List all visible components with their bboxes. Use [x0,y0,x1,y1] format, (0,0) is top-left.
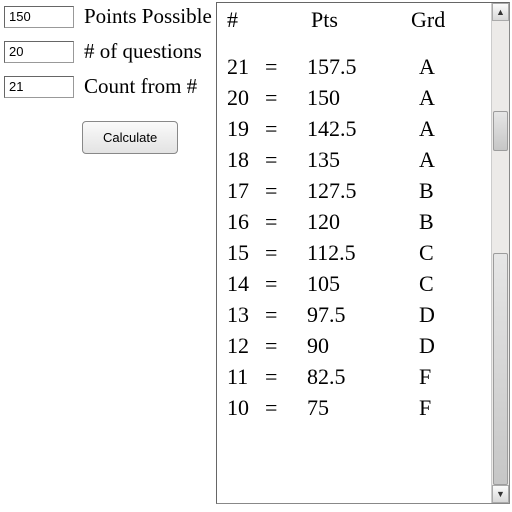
cell-grade: F [419,392,443,423]
cell-grade: A [419,82,443,113]
table-row: 12=90D [227,330,485,361]
cell-pts: 135 [307,144,419,175]
cell-pts: 127.5 [307,175,419,206]
count-from-label: Count from # [84,74,197,99]
header-pts: Pts [311,7,411,33]
scrollbar[interactable]: ▲ ▼ [491,3,509,503]
table-row: 11=82.5F [227,361,485,392]
cell-eq: = [265,361,307,392]
cell-num: 16 [227,206,265,237]
cell-eq: = [265,237,307,268]
table-row: 15=112.5C [227,237,485,268]
cell-pts: 150 [307,82,419,113]
cell-eq: = [265,175,307,206]
scroll-up-icon[interactable]: ▲ [492,3,509,21]
cell-grade: F [419,361,443,392]
cell-pts: 97.5 [307,299,419,330]
cell-pts: 112.5 [307,237,419,268]
cell-pts: 105 [307,268,419,299]
header-num: # [227,7,311,33]
cell-eq: = [265,299,307,330]
cell-num: 21 [227,51,265,82]
points-possible-input[interactable] [4,6,74,28]
cell-grade: A [419,144,443,175]
cell-eq: = [265,330,307,361]
cell-num: 17 [227,175,265,206]
cell-eq: = [265,268,307,299]
cell-grade: C [419,268,443,299]
num-questions-label: # of questions [84,39,202,64]
table-row: 14=105C [227,268,485,299]
num-questions-input[interactable] [4,41,74,63]
cell-eq: = [265,51,307,82]
calculate-button[interactable]: Calculate [82,121,178,154]
cell-pts: 157.5 [307,51,419,82]
scroll-thumb-upper[interactable] [493,111,508,151]
results-content: # Pts Grd 21=157.5A20=150A19=142.5A18=13… [217,3,491,503]
results-header: # Pts Grd [227,7,485,33]
cell-eq: = [265,82,307,113]
cell-pts: 82.5 [307,361,419,392]
table-row: 17=127.5B [227,175,485,206]
cell-pts: 142.5 [307,113,419,144]
field-points-possible: Points Possible [4,4,214,29]
scroll-thumb[interactable] [493,253,508,485]
table-row: 13=97.5D [227,299,485,330]
cell-grade: A [419,51,443,82]
controls-panel: Points Possible # of questions Count fro… [0,0,216,512]
table-row: 21=157.5A [227,51,485,82]
results-rows: 21=157.5A20=150A19=142.5A18=135A17=127.5… [227,51,485,423]
cell-eq: = [265,113,307,144]
table-row: 20=150A [227,82,485,113]
cell-grade: D [419,299,443,330]
cell-grade: B [419,206,443,237]
field-count-from: Count from # [4,74,214,99]
cell-eq: = [265,206,307,237]
table-row: 16=120B [227,206,485,237]
table-row: 19=142.5A [227,113,485,144]
count-from-input[interactable] [4,76,74,98]
cell-pts: 120 [307,206,419,237]
cell-grade: D [419,330,443,361]
table-row: 10=75F [227,392,485,423]
cell-num: 14 [227,268,265,299]
table-row: 18=135A [227,144,485,175]
scroll-track[interactable] [492,21,509,485]
cell-num: 13 [227,299,265,330]
cell-grade: C [419,237,443,268]
field-num-questions: # of questions [4,39,214,64]
cell-pts: 90 [307,330,419,361]
cell-eq: = [265,144,307,175]
cell-pts: 75 [307,392,419,423]
scroll-down-icon[interactable]: ▼ [492,485,509,503]
cell-grade: B [419,175,443,206]
app-root: Points Possible # of questions Count fro… [0,0,512,512]
results-panel: # Pts Grd 21=157.5A20=150A19=142.5A18=13… [216,2,510,504]
cell-num: 15 [227,237,265,268]
cell-num: 18 [227,144,265,175]
cell-grade: A [419,113,443,144]
cell-num: 11 [227,361,265,392]
cell-num: 19 [227,113,265,144]
cell-eq: = [265,392,307,423]
header-grd: Grd [411,7,445,33]
cell-num: 20 [227,82,265,113]
cell-num: 10 [227,392,265,423]
cell-num: 12 [227,330,265,361]
points-possible-label: Points Possible [84,4,212,29]
